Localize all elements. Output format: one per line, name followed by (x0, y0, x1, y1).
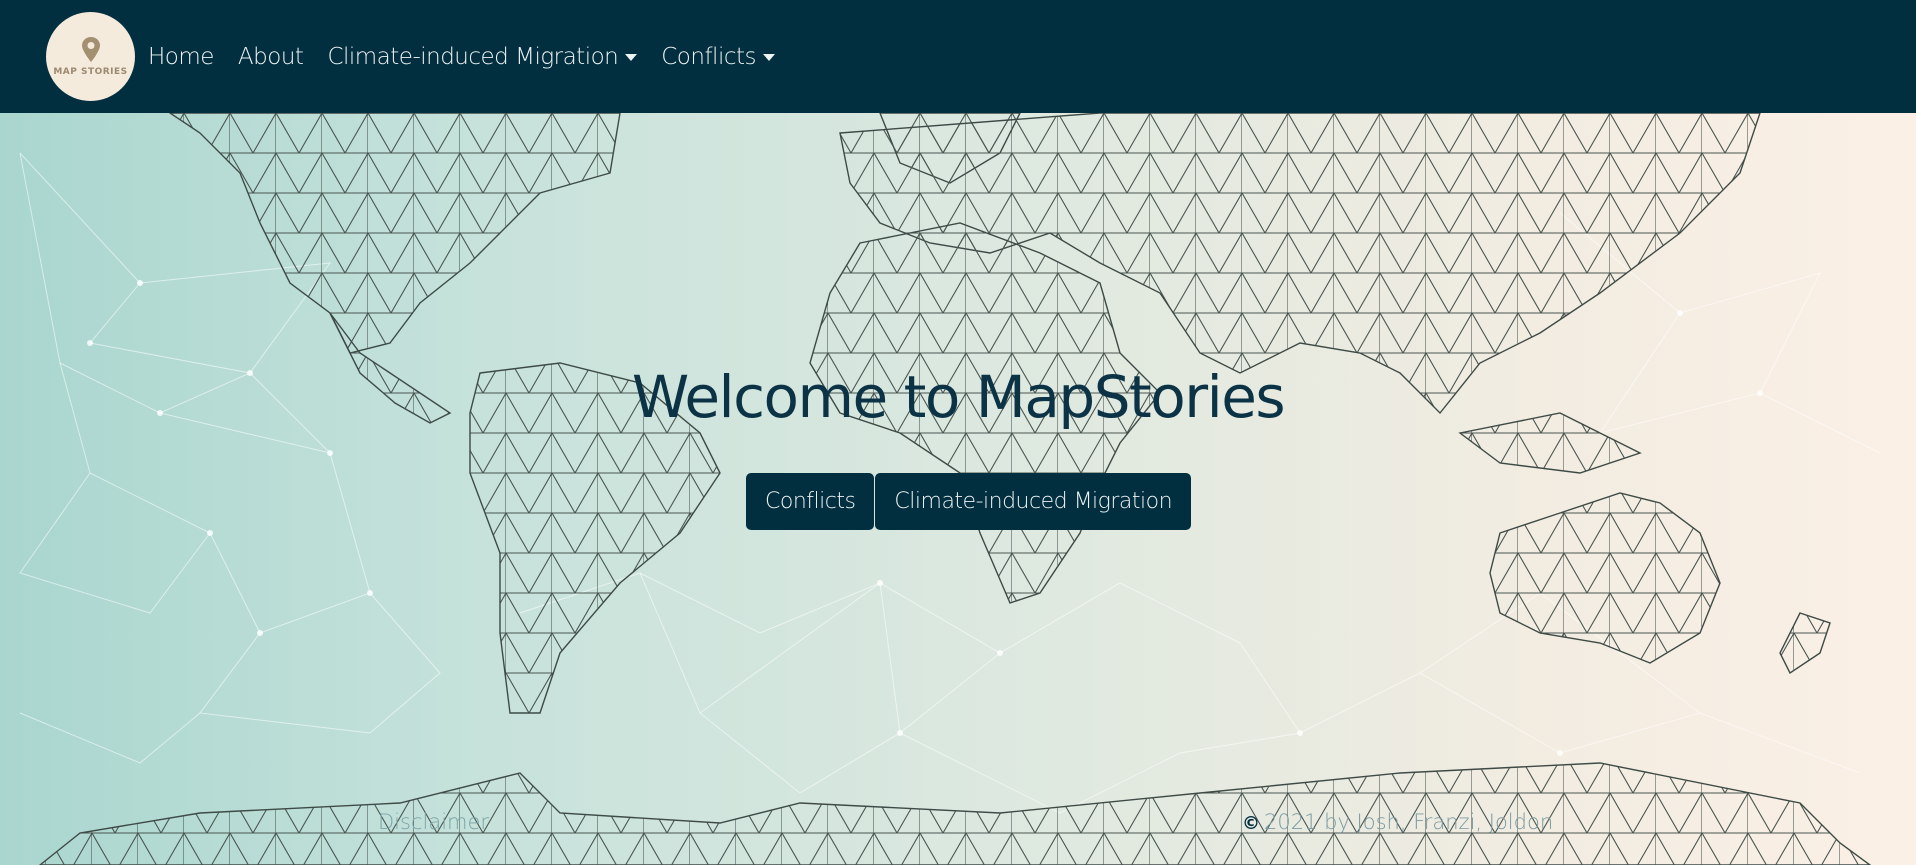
caret-down-icon (762, 54, 775, 61)
australia (1489, 492, 1721, 664)
nav-conflicts-label: Conflicts (661, 43, 756, 70)
site-logo[interactable]: MAP STORIES (46, 12, 135, 101)
conflicts-button-label: Conflicts (765, 489, 856, 514)
nav-home[interactable]: Home (148, 44, 214, 70)
caret-down-icon (625, 54, 638, 61)
disclaimer-link[interactable]: Disclaimer (378, 810, 489, 834)
navbar: MAP STORIES Home About Climate-induced M… (0, 0, 1916, 113)
nav-climate-migration-dropdown[interactable]: Climate-induced Migration (327, 43, 638, 70)
north-america (168, 113, 621, 354)
map-pin-icon (81, 37, 100, 62)
climate-migration-button-label: Climate-induced Migration (894, 489, 1173, 514)
logo-text: MAP STORIES (53, 67, 128, 77)
climate-migration-button[interactable]: Climate-induced Migration (875, 473, 1192, 530)
nav-climate-migration-label: Climate-induced Migration (327, 43, 619, 70)
hero-button-group: Conflicts Climate-induced Migration (746, 473, 1192, 530)
antarctica (38, 762, 1872, 865)
nav-about[interactable]: About (238, 44, 304, 70)
nav-about-label: About (237, 43, 304, 70)
copyright-text: © 2021 by Josh, Franzi, Joldon (1242, 810, 1553, 834)
nav-home-label: Home (148, 43, 214, 70)
copyright-label: 2021 by Josh, Franzi, Joldon (1264, 810, 1554, 834)
nav-conflicts-dropdown[interactable]: Conflicts (661, 44, 775, 70)
copyright-symbol: © (1242, 813, 1260, 834)
new-zealand (1779, 612, 1831, 675)
main-nav: Home About Climate-induced Migration Con… (148, 0, 775, 113)
hero-section: Welcome to MapStories Conflicts Climate-… (0, 113, 1916, 865)
conflicts-button[interactable]: Conflicts (746, 473, 875, 530)
hero-title: Welcome to MapStories (631, 363, 1286, 431)
